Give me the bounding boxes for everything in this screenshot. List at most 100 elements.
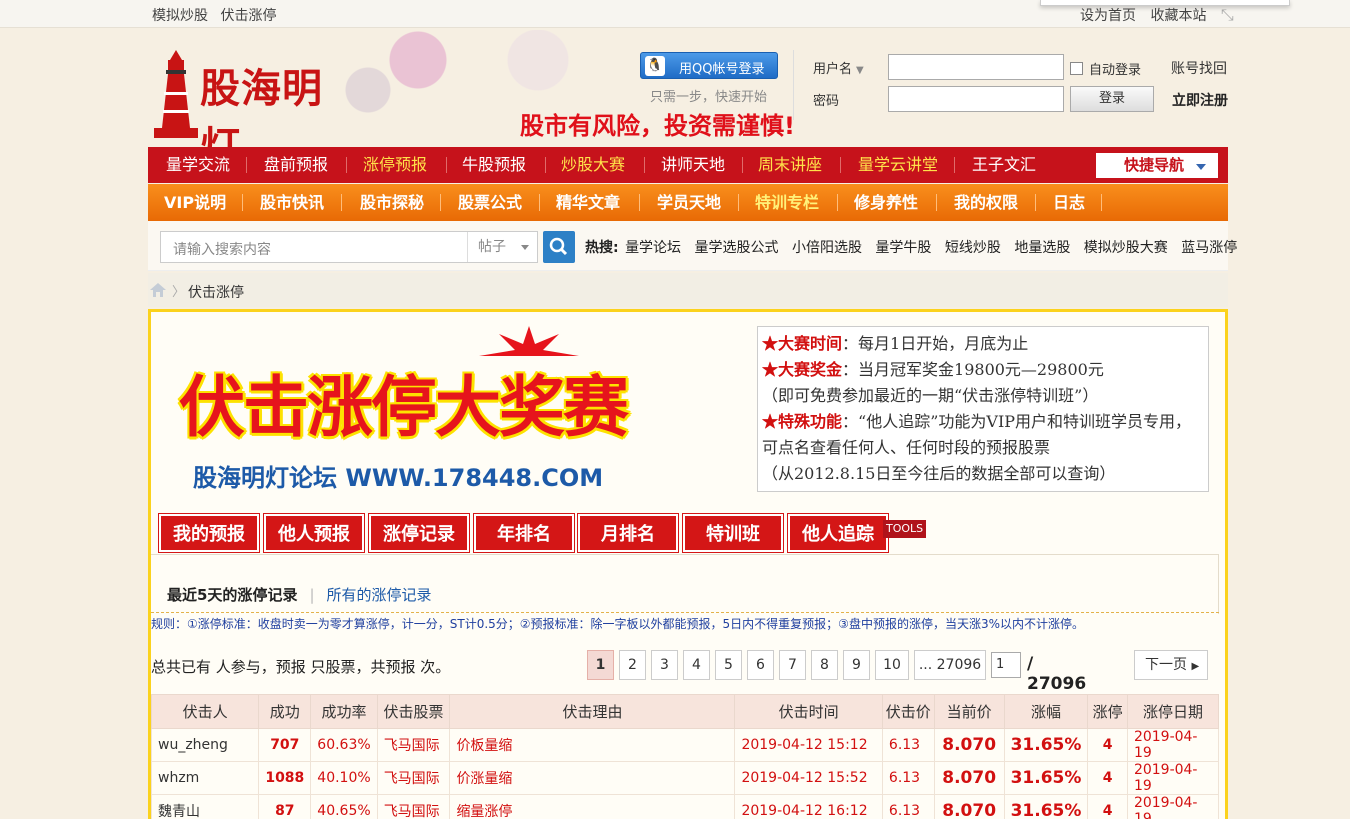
tab-training-class[interactable]: 特训班 (682, 513, 784, 553)
nav-separator (837, 194, 838, 211)
page-number-input[interactable]: 1 (991, 652, 1021, 678)
cell-user[interactable]: wu_zheng (150, 728, 260, 762)
page-1[interactable]: 1 (587, 650, 614, 680)
nav-item-bull-forecast[interactable]: 牛股预报 (462, 147, 526, 183)
cell-user[interactable]: whzm (150, 761, 260, 795)
nav-item-wangzi-articles[interactable]: 王子文汇 (972, 147, 1036, 183)
subtab-all[interactable]: 所有的涨停记录 (327, 586, 432, 604)
username-input[interactable] (888, 54, 1064, 80)
nav-item-liangxue-exchange[interactable]: 量学交流 (166, 147, 230, 183)
hot-search-item[interactable]: 模拟炒股大赛 (1084, 240, 1168, 256)
search-category-value: 帖子 (478, 239, 506, 255)
cell-limit-date: 2019-04-19 (1126, 728, 1220, 762)
tools-badge[interactable]: TOOLS (883, 520, 927, 538)
search-input[interactable]: 请输入搜索内容 (173, 239, 271, 259)
qq-tip: 只需一步，快速开始 (650, 90, 768, 105)
contest-banner[interactable]: 伏击涨停大奖赛 股海明灯论坛 WWW.178448.COM (169, 326, 657, 498)
nav2-item-students[interactable]: 学员天地 (657, 184, 721, 221)
hot-search-item[interactable]: 蓝马涨停 (1181, 240, 1237, 256)
set-homepage-link[interactable]: 设为首页 (1080, 8, 1136, 24)
nav2-item-formulas[interactable]: 股票公式 (458, 184, 522, 221)
cell-user[interactable]: 魏青山 (150, 794, 260, 819)
page-total-count: / 27096 (1027, 654, 1087, 694)
nav-item-lecturers[interactable]: 讲师天地 (661, 147, 725, 183)
hot-search-item[interactable]: 地量选股 (1014, 240, 1070, 256)
topbar-link-simulated-trading[interactable]: 模拟炒股 (152, 8, 208, 24)
page-2[interactable]: 2 (619, 650, 646, 680)
page-last[interactable]: ... 27096 (914, 650, 986, 680)
fullscreen-icon[interactable]: ⤡ (1221, 5, 1234, 24)
tab-others-forecast[interactable]: 他人预报 (263, 513, 365, 553)
quick-nav-dropdown[interactable]: 快捷导航 (1095, 152, 1219, 179)
hot-search-item[interactable]: 短线炒股 (945, 240, 1001, 256)
secondary-nav: VIP说明 股市快讯 股市探秘 股票公式 精华文章 学员天地 特训专栏 修身养性… (148, 184, 1228, 221)
search-category-select[interactable]: 帖子 (467, 232, 539, 262)
info-time-text: 每月1日开始，月底为止 (858, 334, 1029, 353)
hot-search-item[interactable]: 量学选股公式 (695, 240, 779, 256)
nav2-item-log[interactable]: 日志 (1053, 184, 1085, 221)
qq-icon: 🐧 (645, 56, 665, 76)
nav-item-premarket-forecast[interactable]: 盘前预报 (264, 147, 328, 183)
find-account-link[interactable]: 账号找回 (1171, 58, 1227, 78)
username-label[interactable]: 用户名 ▼ (813, 58, 864, 77)
tab-track-others[interactable]: 他人追踪 (787, 513, 889, 553)
cell-stock[interactable]: 飞马国际 (376, 794, 451, 819)
info-feature-line: ★特殊功能：“他人追踪”功能为VIP用户和特训班学员专用，可点名查看任何人、任何… (762, 412, 1192, 457)
risk-warning: 股市有风险，投资需谨慎! (520, 112, 795, 140)
hot-search-item[interactable]: 小倍阳选股 (792, 240, 862, 256)
nav2-item-my-permissions[interactable]: 我的权限 (954, 184, 1018, 221)
cell-stock[interactable]: 飞马国际 (376, 728, 451, 762)
hot-search-item[interactable]: 量学论坛 (625, 240, 681, 256)
password-input[interactable] (888, 86, 1064, 112)
topbar-link-ambush-limit[interactable]: 伏击涨停 (220, 8, 276, 24)
search-button[interactable] (543, 231, 575, 263)
tab-yearly-rank[interactable]: 年排名 (473, 513, 575, 553)
nav-item-trading-contest[interactable]: 炒股大赛 (561, 147, 625, 183)
tab-my-forecast[interactable]: 我的预报 (158, 513, 260, 553)
login-button[interactable]: 登录 (1070, 86, 1154, 112)
column-header: 涨幅 (1003, 694, 1089, 729)
nav-separator (742, 157, 743, 173)
tab-limit-records[interactable]: 涨停记录 (368, 513, 470, 553)
summary-text: 总共已有 人参与，预报 只股票，共预报 次。 (151, 658, 451, 676)
chevron-down-icon: ▼ (856, 65, 864, 76)
subtab-recent[interactable]: 最近5天的涨停记录 (167, 586, 297, 604)
page-5[interactable]: 5 (715, 650, 742, 680)
home-icon[interactable] (150, 283, 166, 297)
cell-rate: 40.10% (310, 761, 378, 795)
nav-item-weekend-lecture[interactable]: 周末讲座 (758, 147, 822, 183)
quick-nav-label: 快捷导航 (1124, 156, 1185, 174)
cell-rate: 60.63% (310, 728, 378, 762)
cell-success: 1088 (258, 761, 312, 795)
nav2-item-market-explore[interactable]: 股市探秘 (360, 184, 424, 221)
page-4[interactable]: 4 (683, 650, 710, 680)
nav2-item-market-news[interactable]: 股市快讯 (260, 184, 324, 221)
page-3[interactable]: 3 (651, 650, 678, 680)
chevron-down-icon (521, 245, 529, 250)
nav2-item-special-training[interactable]: 特训专栏 (755, 184, 819, 221)
tab-monthly-rank[interactable]: 月排名 (577, 513, 679, 553)
record-subtabs: 最近5天的涨停记录 | 所有的涨停记录 (167, 584, 432, 605)
column-header: 伏击股票 (376, 694, 451, 729)
hot-search-item[interactable]: 量学牛股 (875, 240, 931, 256)
nav2-item-featured[interactable]: 精华文章 (556, 184, 620, 221)
page-10[interactable]: 10 (875, 650, 909, 680)
bookmark-link[interactable]: 收藏本站 (1150, 8, 1206, 24)
next-page-button[interactable]: 下一页 ▶ (1134, 650, 1208, 680)
cell-rate: 40.65% (310, 794, 378, 819)
page-9[interactable]: 9 (843, 650, 870, 680)
page-6[interactable]: 6 (747, 650, 774, 680)
nav2-item-self-cultivation[interactable]: 修身养性 (854, 184, 918, 221)
nav-item-cloud-classroom[interactable]: 量学云讲堂 (858, 147, 938, 183)
page-8[interactable]: 8 (811, 650, 838, 680)
nav-item-limit-forecast[interactable]: 涨停预报 (363, 147, 427, 183)
cell-reason: 缩量涨停 (449, 794, 736, 819)
page-7[interactable]: 7 (779, 650, 806, 680)
chevron-right-icon: 〉 (172, 285, 186, 300)
qq-login-button[interactable]: 🐧 用QQ帐号登录 (640, 52, 778, 79)
cell-stock[interactable]: 飞马国际 (376, 761, 451, 795)
nav2-item-vip[interactable]: VIP说明 (164, 184, 226, 221)
site-logo[interactable]: 股海明灯 (148, 38, 358, 170)
auto-login-checkbox[interactable] (1070, 62, 1083, 75)
register-link[interactable]: 立即注册 (1172, 90, 1228, 110)
